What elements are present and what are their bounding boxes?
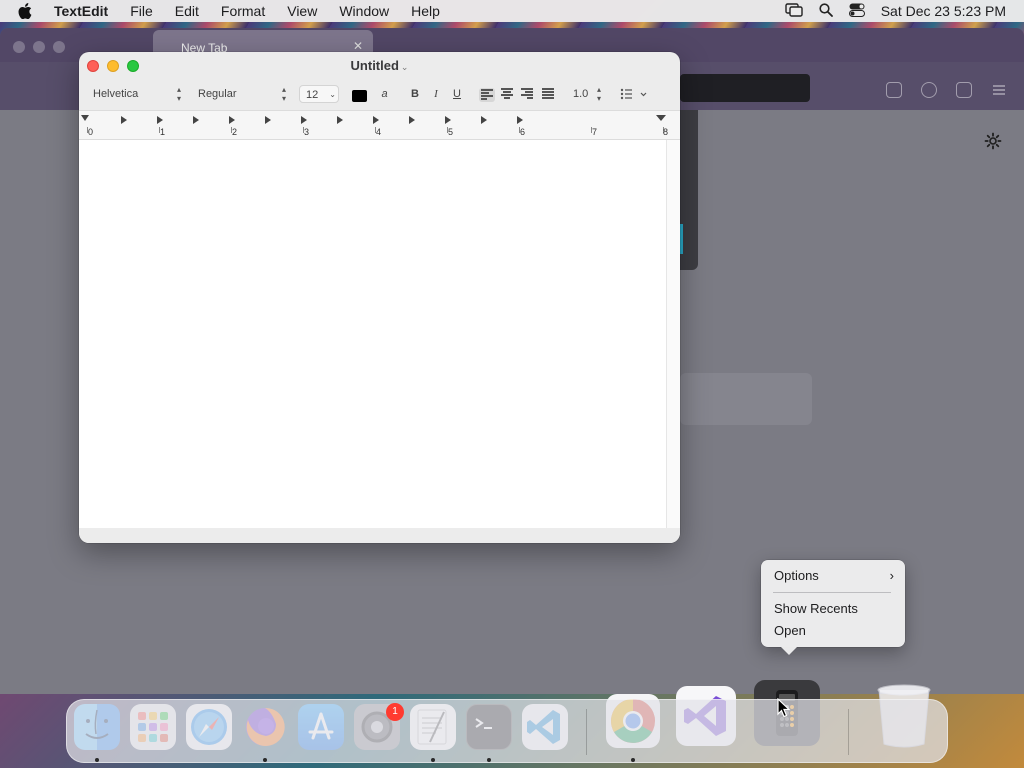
menu-item-open[interactable]: Open [774, 622, 898, 640]
align-justify-icon[interactable] [542, 88, 556, 100]
italic-button[interactable]: I [429, 86, 443, 102]
menu-item-label: Open [774, 623, 806, 638]
ruler[interactable]: 0 1 2 3 4 5 6 7 8 [79, 110, 680, 140]
spotlight-search-icon[interactable] [819, 2, 833, 20]
menu-item-label: Options [774, 568, 819, 583]
tab-stop[interactable] [301, 116, 307, 124]
underline-button[interactable]: U [450, 86, 464, 102]
apple-menu-icon[interactable] [18, 3, 34, 19]
align-center-icon[interactable] [501, 88, 515, 100]
tab-stop[interactable] [517, 116, 523, 124]
stepper-icon: ▴ ▾ [176, 85, 181, 103]
ruler-number: 6 [520, 127, 526, 137]
pocket-icon[interactable] [886, 82, 902, 98]
font-style-select[interactable]: Regular ▴ ▾ [192, 85, 288, 103]
browser-close-light[interactable] [13, 41, 25, 53]
panel-accent [680, 224, 683, 254]
ruler-number: 3 [304, 127, 310, 137]
font-size-combo[interactable]: 12 ⌄ [299, 85, 339, 103]
menu-item-show-recents[interactable]: Show Recents [774, 600, 898, 618]
dock-separator [848, 709, 849, 755]
ruler-number: 5 [448, 127, 454, 137]
document-title[interactable]: Untitled ⌄ [79, 58, 680, 73]
tab-stop[interactable] [373, 116, 379, 124]
tab-stop[interactable] [337, 116, 343, 124]
document-title-text: Untitled [350, 58, 399, 73]
browser-zoom-light[interactable] [53, 41, 65, 53]
text-color-well[interactable] [352, 90, 367, 102]
account-icon[interactable] [921, 82, 937, 98]
extensions-icon[interactable] [956, 82, 972, 98]
title-chevron-icon: ⌄ [400, 62, 409, 72]
textedit-window: Untitled ⌄ Helvetica ▴ ▾ Regular ▴ ▾ 12 ⌄ a… [79, 52, 680, 543]
menu-item-options[interactable]: Options › [774, 567, 898, 585]
ruler-number: 0 [88, 127, 94, 137]
menu-bar: TextEdit File Edit Format View Window He… [0, 0, 1024, 22]
tab-stop[interactable] [157, 116, 163, 124]
right-margin-marker[interactable] [656, 115, 666, 121]
close-tab-icon[interactable]: ✕ [353, 39, 363, 53]
font-family-value: Helvetica [93, 88, 139, 100]
running-indicator [263, 758, 267, 762]
running-indicator [431, 758, 435, 762]
line-spacing-value: 1.0 [573, 88, 589, 100]
textedit-title-bar[interactable]: Untitled ⌄ [79, 52, 680, 80]
dock-context-menu: Options › Show Recents Open [761, 560, 905, 655]
line-spacing-select[interactable]: 1.0 ▴ ▾ [567, 85, 603, 103]
clock[interactable]: Sat Dec 23 5:23 PM [881, 3, 1006, 19]
notification-badge: 1 [386, 703, 404, 721]
menu-format[interactable]: Format [221, 3, 265, 19]
tab-stop[interactable] [229, 116, 235, 124]
vertical-scrollbar[interactable] [666, 140, 680, 528]
ruler-number: 1 [160, 127, 166, 137]
browser-card[interactable] [680, 373, 812, 425]
menu-icon[interactable] [991, 82, 1007, 98]
running-indicator [487, 758, 491, 762]
align-right-icon[interactable] [521, 88, 535, 100]
settings-gear-icon[interactable] [984, 132, 1002, 150]
tab-stop[interactable] [193, 116, 199, 124]
format-toolbar: Helvetica ▴ ▾ Regular ▴ ▾ 12 ⌄ a B I U 1.0… [79, 82, 680, 106]
list-bullets-icon[interactable] [619, 86, 651, 102]
running-indicator [631, 758, 635, 762]
menu-help[interactable]: Help [411, 3, 440, 19]
menu-edit[interactable]: Edit [175, 3, 199, 19]
submenu-arrow-icon: › [889, 568, 894, 583]
tab-stop[interactable] [265, 116, 271, 124]
tab-stop[interactable] [121, 116, 127, 124]
ruler-number: 2 [232, 127, 238, 137]
ruler-number: 4 [376, 127, 382, 137]
align-left-icon[interactable] [479, 88, 495, 102]
menu-window[interactable]: Window [339, 3, 389, 19]
tab-stop[interactable] [445, 116, 451, 124]
stepper-icon: ▴ ▾ [281, 85, 286, 103]
menu-file[interactable]: File [130, 3, 153, 19]
ruler-number: 7 [592, 127, 598, 137]
document-text-area[interactable] [79, 140, 666, 528]
font-family-select[interactable]: Helvetica ▴ ▾ [87, 85, 183, 103]
dock-separator [586, 709, 587, 755]
browser-minimize-light[interactable] [33, 41, 45, 53]
left-margin-marker[interactable] [81, 115, 89, 121]
menu-app-name[interactable]: TextEdit [54, 3, 108, 19]
control-center-icon[interactable] [848, 3, 865, 20]
ruler-number: 8 [663, 127, 669, 137]
stepper-icon: ▴ ▾ [596, 85, 601, 103]
dock [66, 699, 948, 763]
font-size-value: 12 [306, 89, 319, 101]
highlight-color-icon[interactable]: a [377, 87, 392, 102]
url-bar[interactable] [680, 74, 810, 102]
bold-button[interactable]: B [408, 86, 422, 102]
menu-view[interactable]: View [287, 3, 317, 19]
chevron-down-icon: ⌄ [329, 90, 336, 99]
mouse-cursor-icon [777, 697, 791, 721]
tab-stop[interactable] [409, 116, 415, 124]
menu-separator [773, 592, 891, 593]
menu-item-label: Show Recents [774, 601, 858, 616]
screen-mirroring-icon[interactable] [785, 2, 803, 20]
font-style-value: Regular [198, 88, 237, 100]
running-indicator [95, 758, 99, 762]
window-bottom-edge [79, 528, 680, 543]
tab-stop[interactable] [481, 116, 487, 124]
